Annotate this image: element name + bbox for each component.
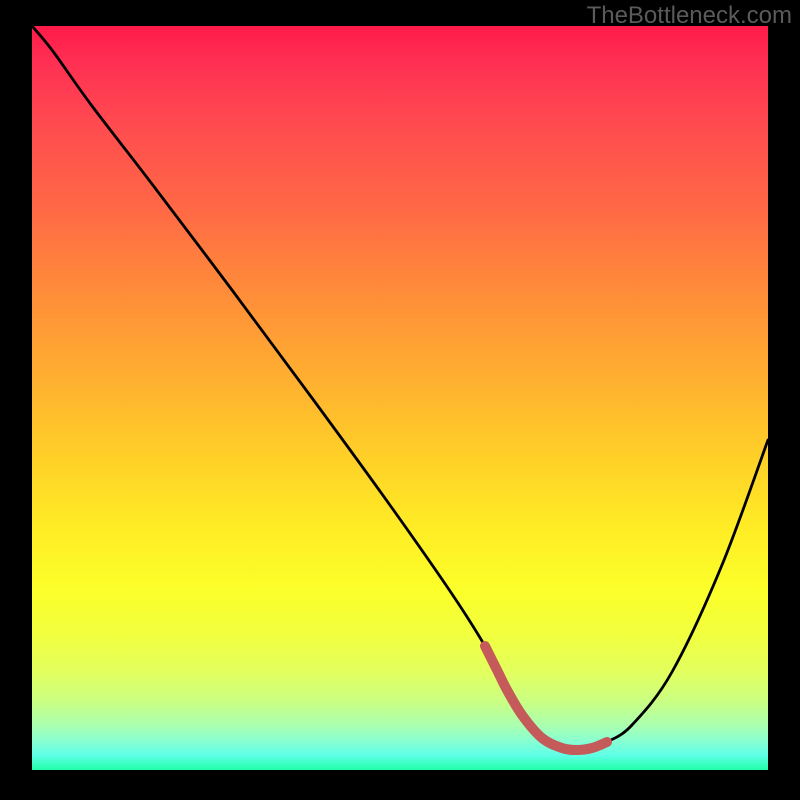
watermark-text: TheBottleneck.com — [587, 2, 792, 30]
chart-container: TheBottleneck.com — [0, 0, 800, 800]
plot-area — [32, 26, 768, 770]
trough-highlight — [485, 646, 607, 750]
highlight-layer — [32, 26, 768, 770]
